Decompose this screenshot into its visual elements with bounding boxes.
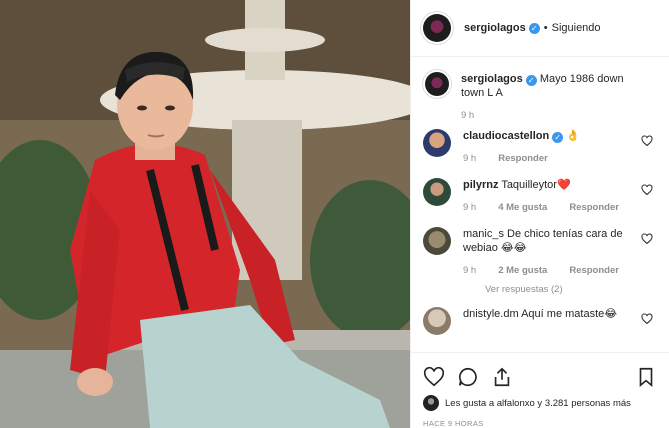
verified-badge-icon: ✓ (525, 75, 537, 86)
comments-list[interactable]: sergiolagos ✓ Mayo 1986 down town L A 9 h… (411, 58, 669, 352)
comment-username[interactable]: claudiocastellon (463, 130, 549, 142)
comment-likes[interactable]: 2 Me gusta (498, 265, 547, 276)
post-header: sergiolagos ✓ • Siguiendo (411, 0, 669, 57)
comment-time[interactable]: 9 h (463, 153, 476, 164)
comment-item: pilyrnz Taquilleytor❤️ 9 h 4 Me gusta Re… (423, 178, 657, 213)
verified-badge-icon: ✓ (528, 22, 540, 34)
comment-text: Taquilleytor❤️ (501, 179, 571, 191)
action-icons (423, 365, 657, 389)
post-actions: Les gusta a alfalonxo y 3.281 personas m… (411, 352, 669, 428)
like-comment-heart-icon[interactable] (641, 313, 653, 325)
commenter-avatar[interactable] (423, 307, 451, 335)
bookmark-icon[interactable] (635, 366, 657, 388)
post-side-panel: sergiolagos ✓ • Siguiendo sergiolagos ✓ M… (410, 0, 669, 428)
verified-badge-icon: ✓ (552, 132, 564, 143)
commenter-avatar[interactable] (423, 227, 451, 255)
comment-text: 👌 (566, 130, 580, 142)
commenter-avatar[interactable] (423, 178, 451, 206)
author-avatar[interactable] (423, 14, 451, 42)
reply-button[interactable]: Responder (569, 265, 619, 276)
likes-text[interactable]: Les gusta a alfalonxo y 3.281 personas m… (445, 398, 631, 409)
comment-item: claudiocastellon ✓ 👌 9 h Responder (423, 129, 657, 164)
caption: sergiolagos ✓ Mayo 1986 down town L A 9 h (423, 72, 657, 121)
comment-time[interactable]: 9 h (463, 265, 476, 276)
view-replies-link[interactable]: Ver respuestas (2) (485, 284, 635, 295)
liker-avatar[interactable] (423, 395, 439, 411)
comment-username[interactable]: pilyrnz (463, 179, 498, 191)
comment-time[interactable]: 9 h (463, 202, 476, 213)
photo-illustration (0, 0, 410, 428)
comment-likes[interactable]: 4 Me gusta (498, 202, 547, 213)
share-icon[interactable] (491, 366, 513, 388)
separator-dot: • (543, 22, 548, 34)
comment-item: manic_s De chico tenías cara de webiao 😂… (423, 227, 657, 295)
comment-text: Aquí me mataste😂 (521, 308, 618, 320)
commenter-avatar[interactable] (423, 129, 451, 157)
caption-avatar[interactable] (425, 72, 449, 96)
author-username[interactable]: sergiolagos (464, 22, 526, 34)
post-photo[interactable] (0, 0, 410, 428)
like-heart-icon[interactable] (423, 366, 445, 388)
post-timestamp[interactable]: HACE 9 HORAS (423, 419, 657, 428)
comment-bubble-icon[interactable] (457, 366, 479, 388)
likes-summary[interactable]: Les gusta a alfalonxo y 3.281 personas m… (423, 395, 657, 411)
like-comment-heart-icon[interactable] (641, 233, 653, 245)
like-comment-heart-icon[interactable] (641, 184, 653, 196)
follow-status[interactable]: Siguiendo (552, 22, 601, 34)
comment-item: dnistyle.dm Aquí me mataste😂 (423, 307, 657, 335)
reply-button[interactable]: Responder (498, 153, 548, 164)
reply-button[interactable]: Responder (569, 202, 619, 213)
comment-username[interactable]: dnistyle.dm (463, 308, 519, 320)
like-comment-heart-icon[interactable] (641, 135, 653, 147)
caption-username[interactable]: sergiolagos (461, 73, 523, 85)
comment-username[interactable]: manic_s (463, 228, 504, 240)
caption-time[interactable]: 9 h (461, 110, 474, 121)
